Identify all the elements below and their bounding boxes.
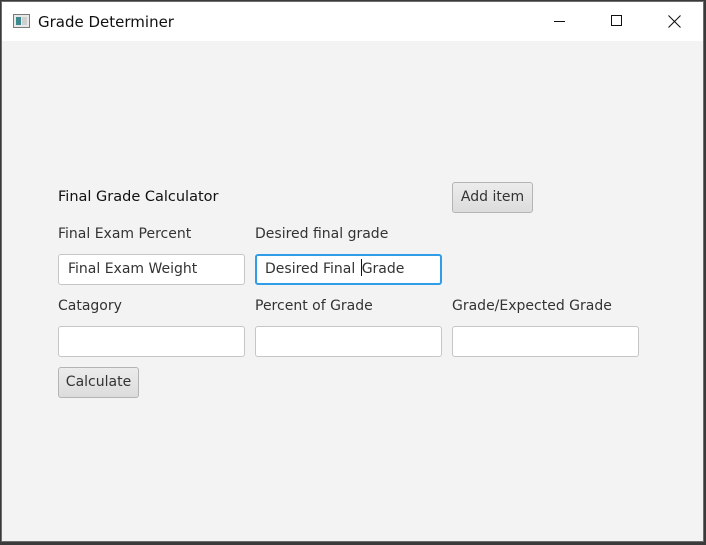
- final-exam-percent-label: Final Exam Percent: [58, 226, 192, 242]
- percent-of-grade-label: Percent of Grade: [255, 298, 373, 314]
- final-exam-weight-field[interactable]: Final Exam Weight: [58, 254, 245, 285]
- category-label: Catagory: [58, 298, 122, 314]
- desired-final-grade-field[interactable]: Desired Final Grade: [255, 254, 442, 285]
- percent-of-grade-field[interactable]: [255, 326, 442, 357]
- close-button[interactable]: [646, 2, 704, 41]
- calculate-button[interactable]: Calculate: [58, 367, 139, 398]
- category-field[interactable]: [58, 326, 245, 357]
- close-icon: [668, 15, 681, 28]
- desired-final-grade-text-after-caret: Grade: [361, 261, 405, 277]
- maximize-button[interactable]: [588, 2, 646, 41]
- grade-expected-label: Grade/Expected Grade: [452, 298, 612, 314]
- app-icon: [13, 14, 30, 28]
- title-bar[interactable]: Grade Determiner: [2, 2, 703, 41]
- form-heading: Final Grade Calculator: [58, 189, 219, 205]
- minimize-icon: [554, 21, 565, 22]
- final-exam-weight-text: Final Exam Weight: [68, 261, 198, 277]
- desired-final-grade-label: Desired final grade: [255, 226, 389, 242]
- minimize-button[interactable]: [530, 2, 588, 41]
- add-item-button[interactable]: Add item: [452, 182, 533, 213]
- desired-final-grade-text-before-caret: Desired Final: [265, 261, 360, 277]
- window-title: Grade Determiner: [38, 13, 174, 31]
- app-window: Grade Determiner Final Grade Calculator …: [1, 1, 704, 542]
- maximize-icon: [611, 15, 622, 26]
- grade-expected-field[interactable]: [452, 326, 639, 357]
